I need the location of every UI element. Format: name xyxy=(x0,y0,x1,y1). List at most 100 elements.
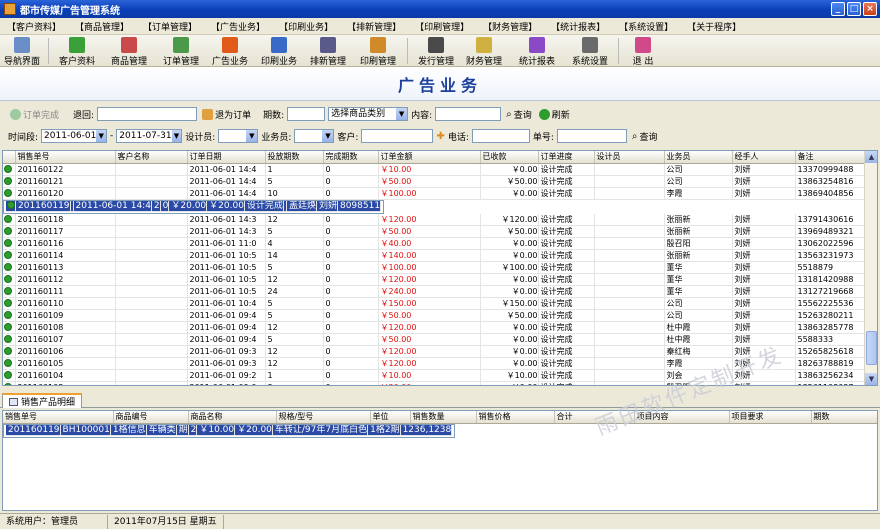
table-cell: 2011-06-01 10:5 xyxy=(187,249,266,262)
back-input[interactable] xyxy=(97,107,198,121)
menu-item-4[interactable]: 【印刷业务】 xyxy=(272,20,340,33)
menu-item-10[interactable]: 【关于程序】 xyxy=(680,20,748,33)
orders-scrollbar[interactable]: ▲ ▼ xyxy=(864,151,877,385)
column-header[interactable]: 备注 xyxy=(795,151,866,164)
column-header[interactable]: 完成期数 xyxy=(323,151,379,164)
date-to-picker[interactable]: 2011-07-31 ▼ xyxy=(116,129,183,143)
query-button-2[interactable]: ⌕ 查询 xyxy=(630,130,660,143)
column-header[interactable]: 客户名称 xyxy=(115,151,188,164)
detail-cell: 1236,1238 xyxy=(400,424,453,437)
column-header[interactable]: 销售单号 xyxy=(15,151,116,164)
scroll-down-icon[interactable]: ▼ xyxy=(865,373,877,385)
chevron-down-icon: ▼ xyxy=(171,130,182,142)
detail-column-header[interactable]: 商品名称 xyxy=(188,411,277,424)
toolbar-button-11[interactable]: 系统设置 xyxy=(566,35,614,67)
toolbar-button-0[interactable]: 导航界面 xyxy=(0,35,44,67)
table-row[interactable]: 201160110 2011-06-01 10:4 5 0 ￥150.00 ￥150.00… xyxy=(3,297,866,310)
close-button[interactable]: × xyxy=(863,2,877,16)
menu-item-2[interactable]: 【订单管理】 xyxy=(136,20,204,33)
table-row[interactable]: 201160122 2011-06-01 14:4 1 0 ￥10.00 ￥0.00 设计完… xyxy=(3,163,866,176)
column-header[interactable]: 投放期数 xyxy=(265,151,324,164)
category-select[interactable]: 选择商品类别 ▼ xyxy=(328,107,409,121)
toolbar-button-12[interactable]: 退 出 xyxy=(623,35,663,67)
toolbar-button-8[interactable]: 发行管理 xyxy=(412,35,460,67)
detail-column-header[interactable]: 期数 xyxy=(811,411,877,424)
menu-item-7[interactable]: 【财务管理】 xyxy=(476,20,544,33)
column-header[interactable]: 业务员 xyxy=(664,151,733,164)
table-cell xyxy=(115,369,188,382)
table-row[interactable]: 201160107 2011-06-01 09:4 5 0 ￥50.00 ￥0.00 设计完… xyxy=(3,333,866,346)
toolbar-button-9[interactable]: 财务管理 xyxy=(460,35,508,67)
table-row[interactable]: 201160111 2011-06-01 10:5 24 0 ￥240.00 ￥0.00 设… xyxy=(3,285,866,298)
table-row[interactable]: 201160120 2011-06-01 14:4 10 0 ￥100.00 ￥0.00 设… xyxy=(3,187,866,200)
scroll-up-icon[interactable]: ▲ xyxy=(865,151,877,163)
detail-column-header[interactable]: 销售数量 xyxy=(410,411,477,424)
order-done-button[interactable]: 订单完成 xyxy=(8,108,61,121)
column-header[interactable]: 经手人 xyxy=(732,151,796,164)
toolbar-button-7[interactable]: 印刷管理 xyxy=(353,35,403,67)
column-header[interactable]: 已收款 xyxy=(480,151,539,164)
table-row[interactable]: 201160117 2011-06-01 14:3 5 0 ￥50.00 ￥50.00 设计… xyxy=(3,225,866,238)
maximize-button[interactable]: □ xyxy=(847,2,861,16)
toolbar-button-4[interactable]: 广告业务 xyxy=(205,35,255,67)
period-input[interactable] xyxy=(287,107,326,121)
customer-input[interactable] xyxy=(361,129,434,143)
status-check-icon xyxy=(4,263,12,272)
detail-grid[interactable]: 销售单号 商品编号 商品名称 规格/型号 单位 销售数量 销售价格 合计 项目内容 项目要求 期数 … xyxy=(2,410,878,511)
toolbar-button-10[interactable]: 统计报表 xyxy=(508,35,566,67)
designer-select[interactable]: ▼ xyxy=(218,129,259,143)
menu-item-3[interactable]: 【广告业务】 xyxy=(204,20,272,33)
chevron-down-icon: ▼ xyxy=(246,130,258,142)
column-header[interactable]: 订单进度 xyxy=(538,151,595,164)
table-cell xyxy=(594,261,665,274)
menu-item-5[interactable]: 【排新管理】 xyxy=(340,20,408,33)
table-row[interactable]: 201160114 2011-06-01 10:5 14 0 ￥140.00 ￥0.00 设… xyxy=(3,249,866,262)
toolbar-button-5[interactable]: 印刷业务 xyxy=(255,35,303,67)
menu-item-0[interactable]: 【客户资料】 xyxy=(0,20,68,33)
detail-column-header[interactable]: 项目要求 xyxy=(729,411,812,424)
salesman-select[interactable]: ▼ xyxy=(294,129,335,143)
content-input[interactable] xyxy=(435,107,502,121)
toolbar-button-6[interactable]: 排新管理 xyxy=(303,35,353,67)
toolbar-label: 印刷管理 xyxy=(359,57,396,67)
table-row[interactable]: 201160121 2011-06-01 14:4 5 0 ￥50.00 ￥50.00 设计… xyxy=(3,175,866,188)
refresh-button[interactable]: 刷新 xyxy=(537,108,572,121)
table-row[interactable]: 201160119 2011-06-01 14:4 2 0 ￥20.00 ￥20.00 设计… xyxy=(3,199,385,214)
column-header[interactable]: 订单日期 xyxy=(187,151,266,164)
table-row[interactable]: 201160118 2011-06-01 14:3 12 0 ￥120.00 ￥120.0… xyxy=(3,213,866,226)
table-row[interactable]: 201160108 2011-06-01 09:4 12 0 ￥120.00 ￥0.00 设… xyxy=(3,321,866,334)
table-cell: 公司 xyxy=(664,309,733,322)
table-row[interactable]: 201160112 2011-06-01 10:5 12 0 ￥120.00 ￥0.00 设… xyxy=(3,273,866,286)
minimize-button[interactable]: _ xyxy=(831,2,845,16)
detail-row[interactable]: 201160119 BH100001 1格信息 车辆类期 2 ￥10.00 ￥20.00 车转… xyxy=(3,423,456,438)
toolbar-label: 订单管理 xyxy=(162,57,199,67)
cancel-order-button[interactable]: 退为订单 xyxy=(200,108,253,121)
table-cell: 14 xyxy=(265,249,324,262)
column-header[interactable]: 订单金额 xyxy=(378,151,481,164)
date-from-picker[interactable]: 2011-06-01 ▼ xyxy=(41,129,108,143)
detail-column-header[interactable]: 销售价格 xyxy=(476,411,555,424)
order-no-input[interactable] xyxy=(556,129,627,143)
phone-input[interactable] xyxy=(471,129,530,143)
toolbar-button-1[interactable]: 客户资料 xyxy=(53,35,101,67)
column-header[interactable]: 设计员 xyxy=(594,151,665,164)
table-row[interactable]: 201160109 2011-06-01 09:4 5 0 ￥50.00 ￥50.00 设计… xyxy=(3,309,866,322)
table-row[interactable]: 201160113 2011-06-01 10:5 5 0 ￥100.00 ￥100.00… xyxy=(3,261,866,274)
menu-item-8[interactable]: 【统计报表】 xyxy=(544,20,612,33)
menu-item-9[interactable]: 【系统设置】 xyxy=(612,20,680,33)
toolbar-button-2[interactable]: 商品管理 xyxy=(101,35,157,67)
scroll-thumb[interactable] xyxy=(866,331,877,365)
detail-column-header[interactable]: 销售单号 xyxy=(3,411,114,424)
date-dash: - xyxy=(110,131,114,141)
tab-sales-detail[interactable]: 销售产品明细 xyxy=(2,393,83,408)
toolbar-button-3[interactable]: 订单管理 xyxy=(157,35,205,67)
table-cell: 公司 xyxy=(664,297,733,310)
table-cell: 刘妍 xyxy=(732,163,796,176)
detail-column-header[interactable]: 规格/型号 xyxy=(276,411,371,424)
menu-item-1[interactable]: 【商品管理】 xyxy=(68,20,136,33)
table-row[interactable]: 201160116 2011-06-01 11:0 4 0 ￥40.00 ￥0.00 设计完… xyxy=(3,237,866,250)
query-button[interactable]: ⌕ 查询 xyxy=(504,108,534,121)
detail-column-header[interactable]: 商品编号 xyxy=(113,411,189,424)
menu-item-6[interactable]: 【印刷管理】 xyxy=(408,20,476,33)
detail-column-header[interactable]: 单位 xyxy=(370,411,411,424)
